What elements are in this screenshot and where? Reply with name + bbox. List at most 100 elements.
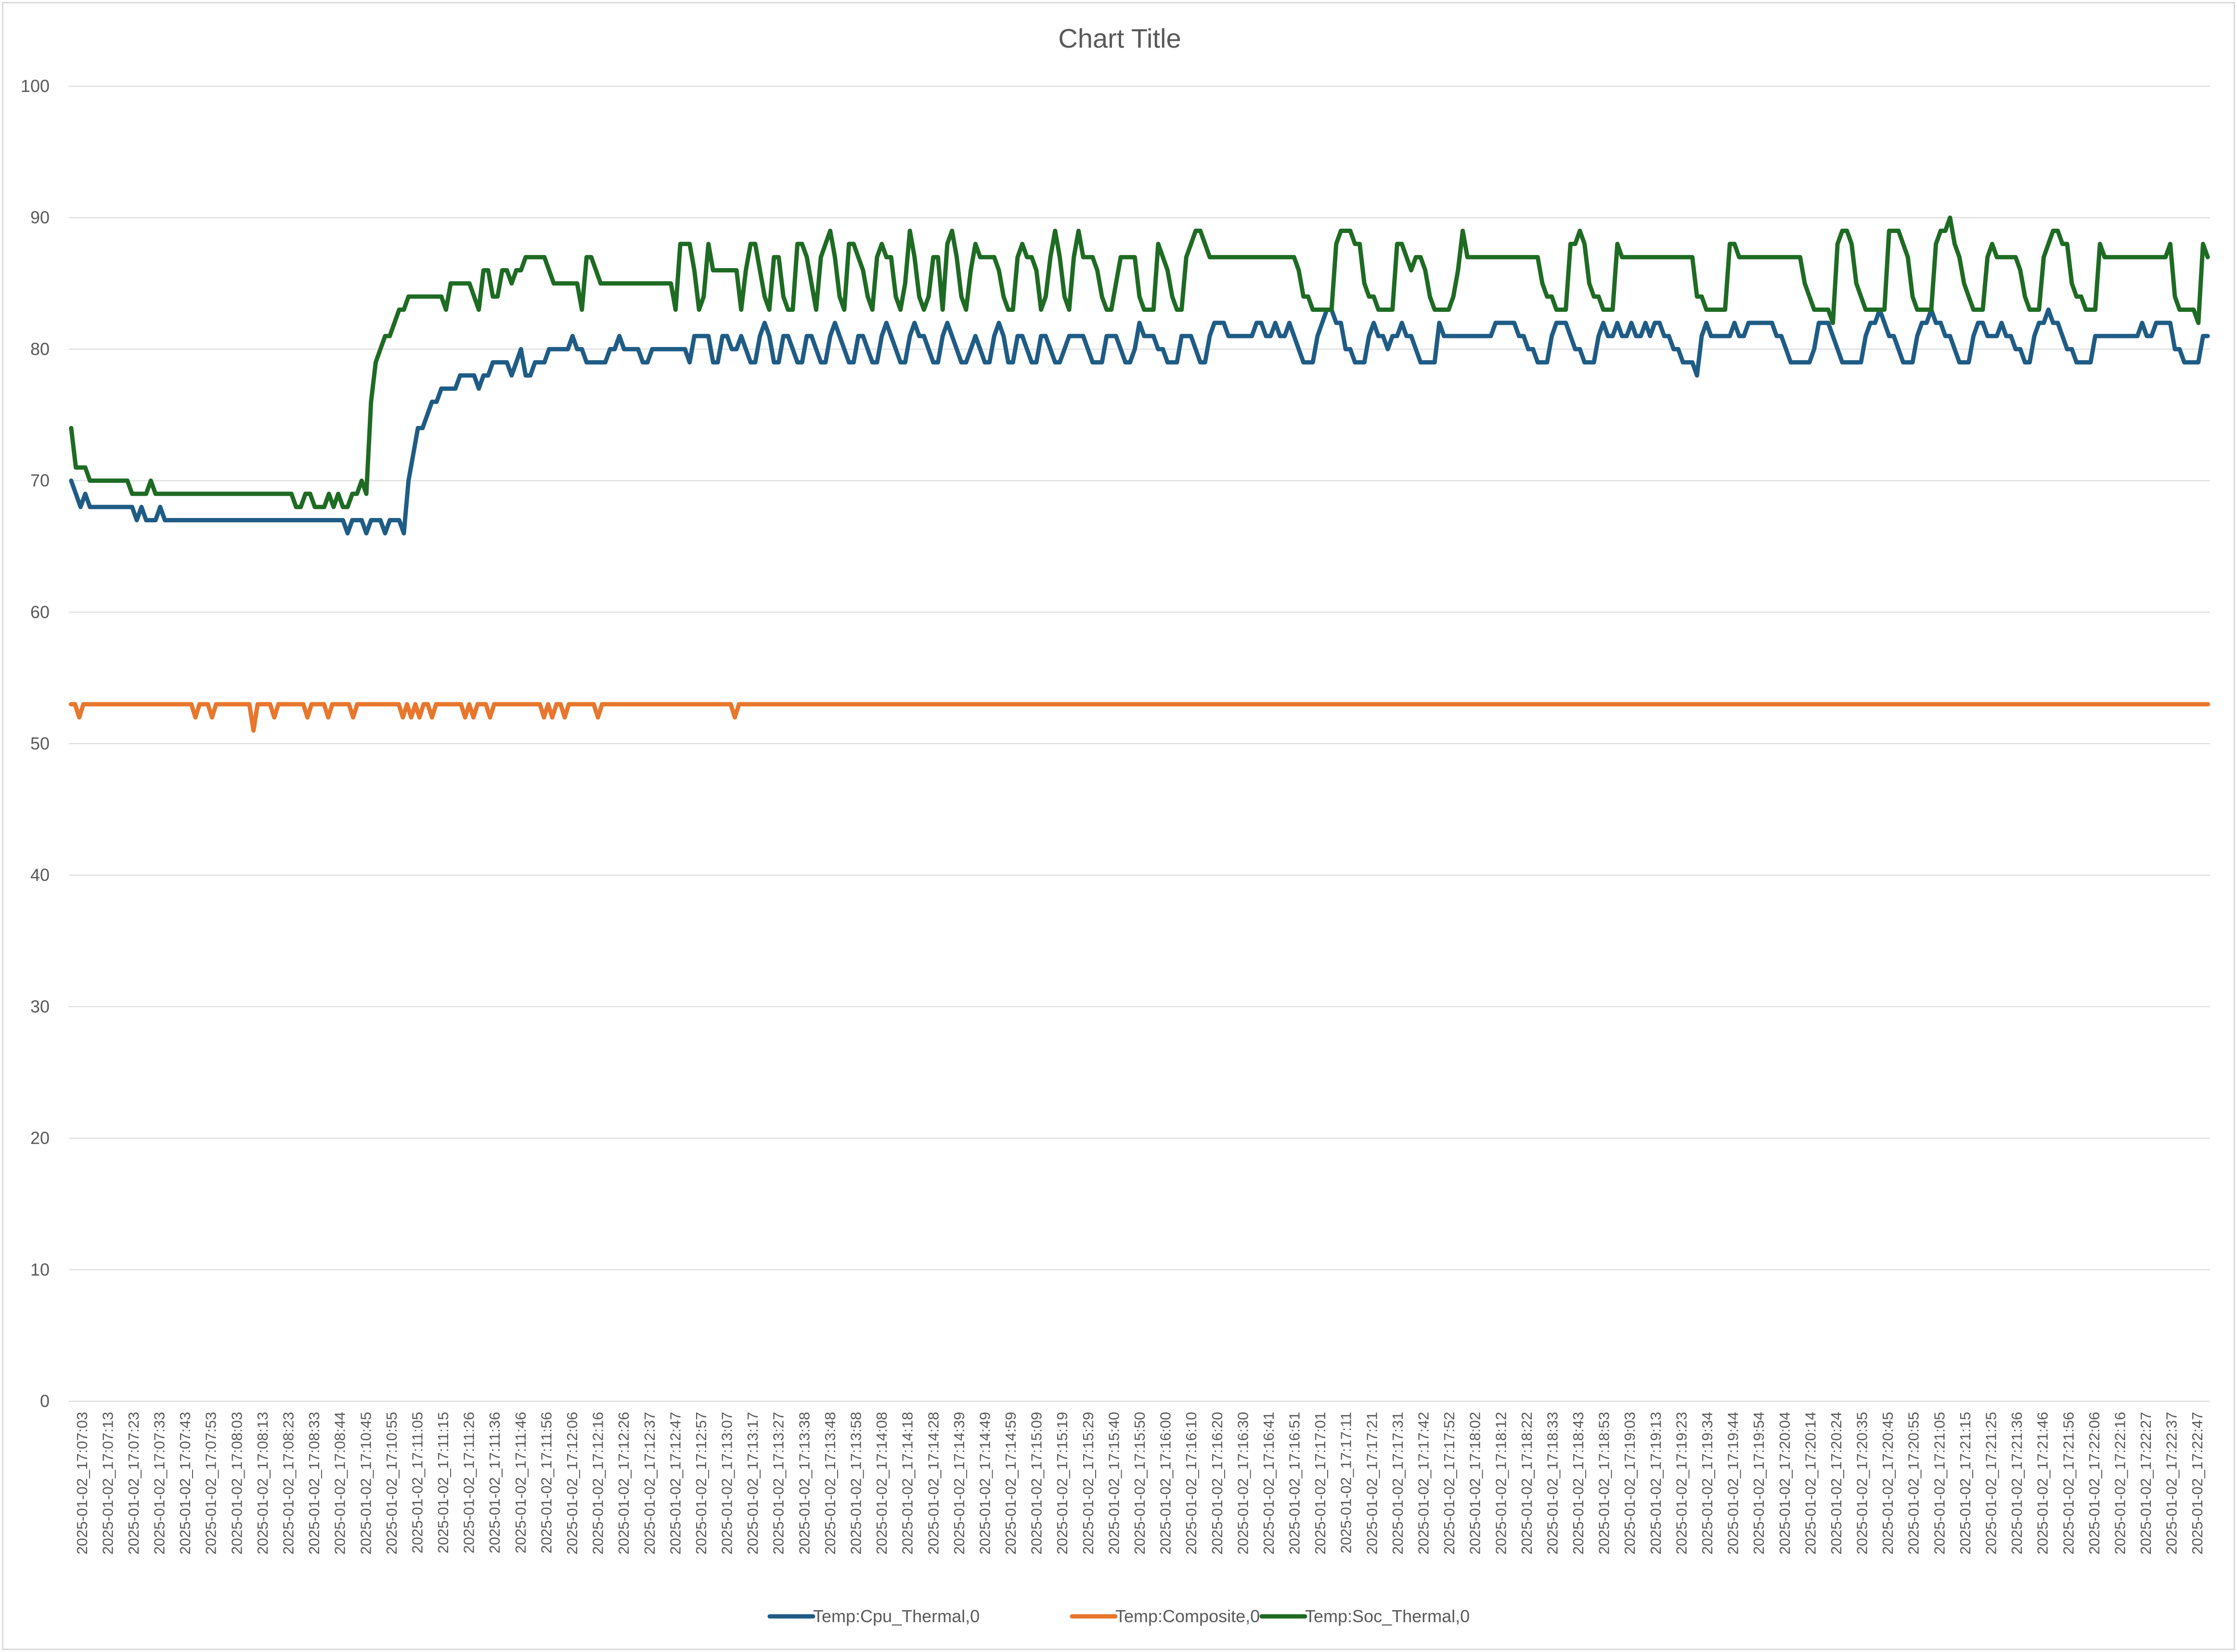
x-tick-label: 2025-01-02_17:15:50 (1131, 1412, 1148, 1554)
x-tick-label: 2025-01-02_17:17:42 (1415, 1412, 1432, 1554)
x-tick-label: 2025-01-02_17:22:06 (2086, 1412, 2103, 1554)
x-tick-label: 2025-01-02_17:10:45 (357, 1412, 374, 1554)
x-tick-label: 2025-01-02_17:21:46 (2034, 1412, 2051, 1554)
line-chart: Chart Title 0 10 20 30 40 50 60 70 80 90 100 2025-… (21, 23, 2211, 1626)
x-tick-label: 2025-01-02_17:18:02 (1467, 1412, 1484, 1554)
x-tick-label: 2025-01-02_17:21:15 (1957, 1412, 1974, 1554)
x-tick-label: 2025-01-02_17:17:11 (1338, 1412, 1355, 1553)
series-lines (68, 215, 2211, 733)
legend-label-2: Temp:Composite,0 (1115, 1606, 1260, 1626)
x-tick-label: 2025-01-02_17:13:38 (796, 1412, 813, 1554)
x-tick-label: 2025-01-02_17:11:15 (435, 1412, 452, 1553)
x-tick-label: 2025-01-02_17:20:45 (1879, 1412, 1896, 1554)
x-tick-label: 2025-01-02_17:12:16 (590, 1412, 607, 1554)
x-tick-label: 2025-01-02_17:12:57 (693, 1412, 710, 1554)
chart-frame: Chart Title 0 10 20 30 40 50 60 70 80 90 100 2025-… (2, 2, 2235, 1650)
x-tick-label: 2025-01-02_17:11:56 (538, 1412, 555, 1553)
x-tick-label: 2025-01-02_17:14:08 (873, 1412, 890, 1554)
x-tick-label: 2025-01-02_17:11:05 (409, 1412, 426, 1553)
y-tick-label: 30 (30, 996, 50, 1016)
x-tick-label: 2025-01-02_17:12:37 (641, 1412, 658, 1554)
x-tick-label: 2025-01-02_17:17:31 (1389, 1412, 1406, 1554)
x-tick-label: 2025-01-02_17:12:47 (667, 1412, 684, 1554)
x-tick-label: 2025-01-02_17:14:49 (976, 1412, 993, 1554)
series-line-2 (68, 702, 2211, 733)
x-tick-label: 2025-01-02_17:13:17 (744, 1412, 761, 1554)
y-tick-label: 100 (21, 76, 50, 96)
x-tick-label: 2025-01-02_17:20:55 (1905, 1412, 1922, 1554)
x-tick-label: 2025-01-02_17:19:44 (1725, 1412, 1742, 1554)
x-tick-label: 2025-01-02_17:16:20 (1209, 1412, 1226, 1554)
x-tick-label: 2025-01-02_17:12:06 (564, 1412, 581, 1554)
legend-label-3: Temp:Soc_Thermal,0 (1305, 1606, 1470, 1626)
series-line-3 (69, 215, 2210, 509)
x-tick-label: 2025-01-02_17:14:18 (899, 1412, 916, 1554)
x-tick-label: 2025-01-02_17:13:07 (719, 1412, 736, 1554)
x-tick-label: 2025-01-02_17:22:27 (2137, 1412, 2154, 1554)
y-tick-label: 50 (30, 734, 50, 753)
chart-title: Chart Title (1058, 23, 1181, 53)
legend-label-1: Temp:Cpu_Thermal,0 (813, 1606, 980, 1626)
x-tick-label: 2025-01-02_17:22:16 (2111, 1412, 2128, 1554)
x-tick-label: 2025-01-02_17:18:12 (1492, 1412, 1509, 1554)
x-tick-label: 2025-01-02_17:14:39 (951, 1412, 968, 1554)
x-tick-label: 2025-01-02_17:17:01 (1312, 1412, 1329, 1554)
x-tick-label: 2025-01-02_17:15:09 (1028, 1412, 1045, 1554)
x-tick-label: 2025-01-02_17:11:26 (461, 1412, 478, 1553)
x-tick-label: 2025-01-02_17:22:47 (2189, 1412, 2206, 1554)
x-tick-label: 2025-01-02_17:20:24 (1828, 1412, 1845, 1554)
x-tick-label: 2025-01-02_17:16:41 (1260, 1412, 1277, 1554)
x-tick-label: 2025-01-02_17:18:43 (1570, 1412, 1587, 1554)
x-tick-label: 2025-01-02_17:17:21 (1363, 1412, 1380, 1554)
x-tick-label: 2025-01-02_17:22:37 (2163, 1412, 2180, 1554)
x-tick-label: 2025-01-02_17:16:10 (1183, 1412, 1200, 1554)
y-tick-label: 70 (30, 471, 50, 490)
x-tick-label: 2025-01-02_17:07:23 (125, 1412, 142, 1554)
x-tick-label: 2025-01-02_17:07:43 (177, 1412, 194, 1554)
x-tick-label: 2025-01-02_17:13:48 (822, 1412, 839, 1554)
x-tick-label: 2025-01-02_17:16:51 (1286, 1412, 1303, 1554)
x-tick-label: 2025-01-02_17:08:33 (306, 1412, 323, 1554)
x-tick-label: 2025-01-02_17:17:52 (1441, 1412, 1458, 1554)
x-tick-label: 2025-01-02_17:19:23 (1673, 1412, 1690, 1554)
x-axis-tick-labels: 2025-01-02_17:07:03 2025-01-02_17:07:13 20… (74, 1412, 2206, 1554)
x-tick-label: 2025-01-02_17:18:22 (1518, 1412, 1535, 1554)
x-tick-label: 2025-01-02_17:15:19 (1054, 1412, 1071, 1554)
x-tick-label: 2025-01-02_17:08:03 (228, 1412, 245, 1554)
x-tick-label: 2025-01-02_17:11:36 (486, 1412, 503, 1553)
x-tick-label: 2025-01-02_17:21:36 (2008, 1412, 2025, 1554)
x-tick-label: 2025-01-02_17:21:25 (1982, 1412, 1999, 1554)
x-tick-label: 2025-01-02_17:15:29 (1080, 1412, 1097, 1554)
x-tick-label: 2025-01-02_17:07:13 (99, 1412, 116, 1554)
y-tick-label: 40 (30, 865, 50, 885)
series-line-1 (69, 307, 2210, 536)
x-tick-label: 2025-01-02_17:14:28 (925, 1412, 942, 1554)
x-tick-label: 2025-01-02_17:20:04 (1776, 1412, 1793, 1554)
x-tick-label: 2025-01-02_17:19:13 (1647, 1412, 1664, 1554)
y-tick-label: 90 (30, 207, 50, 227)
x-tick-label: 2025-01-02_17:07:03 (74, 1412, 91, 1554)
x-tick-label: 2025-01-02_17:18:33 (1544, 1412, 1561, 1554)
x-tick-label: 2025-01-02_17:20:14 (1802, 1412, 1819, 1554)
x-tick-label: 2025-01-02_17:21:56 (2060, 1412, 2077, 1554)
x-tick-label: 2025-01-02_17:08:23 (280, 1412, 297, 1554)
x-tick-label: 2025-01-02_17:15:40 (1105, 1412, 1122, 1554)
x-tick-label: 2025-01-02_17:19:03 (1621, 1412, 1638, 1554)
y-tick-label: 20 (30, 1128, 50, 1148)
y-axis-tick-labels: 0 10 20 30 40 50 60 70 80 90 100 (21, 76, 50, 1411)
x-tick-label: 2025-01-02_17:18:53 (1596, 1412, 1613, 1554)
y-tick-label: 60 (30, 602, 50, 622)
x-tick-label: 2025-01-02_17:08:13 (254, 1412, 271, 1554)
x-tick-label: 2025-01-02_17:13:58 (848, 1412, 865, 1554)
legend: Temp:Cpu_Thermal,0 Temp:Composite,0 Temp:S… (767, 1606, 1470, 1626)
x-tick-label: 2025-01-02_17:16:30 (1234, 1412, 1251, 1554)
y-tick-label: 10 (30, 1260, 50, 1279)
x-tick-label: 2025-01-02_17:07:33 (151, 1412, 168, 1554)
x-tick-label: 2025-01-02_17:10:55 (383, 1412, 400, 1554)
y-tick-label: 80 (30, 339, 50, 359)
y-tick-label: 0 (40, 1391, 50, 1411)
x-tick-label: 2025-01-02_17:19:54 (1750, 1412, 1767, 1554)
x-tick-label: 2025-01-02_17:07:53 (203, 1412, 220, 1554)
x-tick-label: 2025-01-02_17:19:34 (1699, 1412, 1716, 1554)
x-tick-label: 2025-01-02_17:21:05 (1931, 1412, 1948, 1554)
